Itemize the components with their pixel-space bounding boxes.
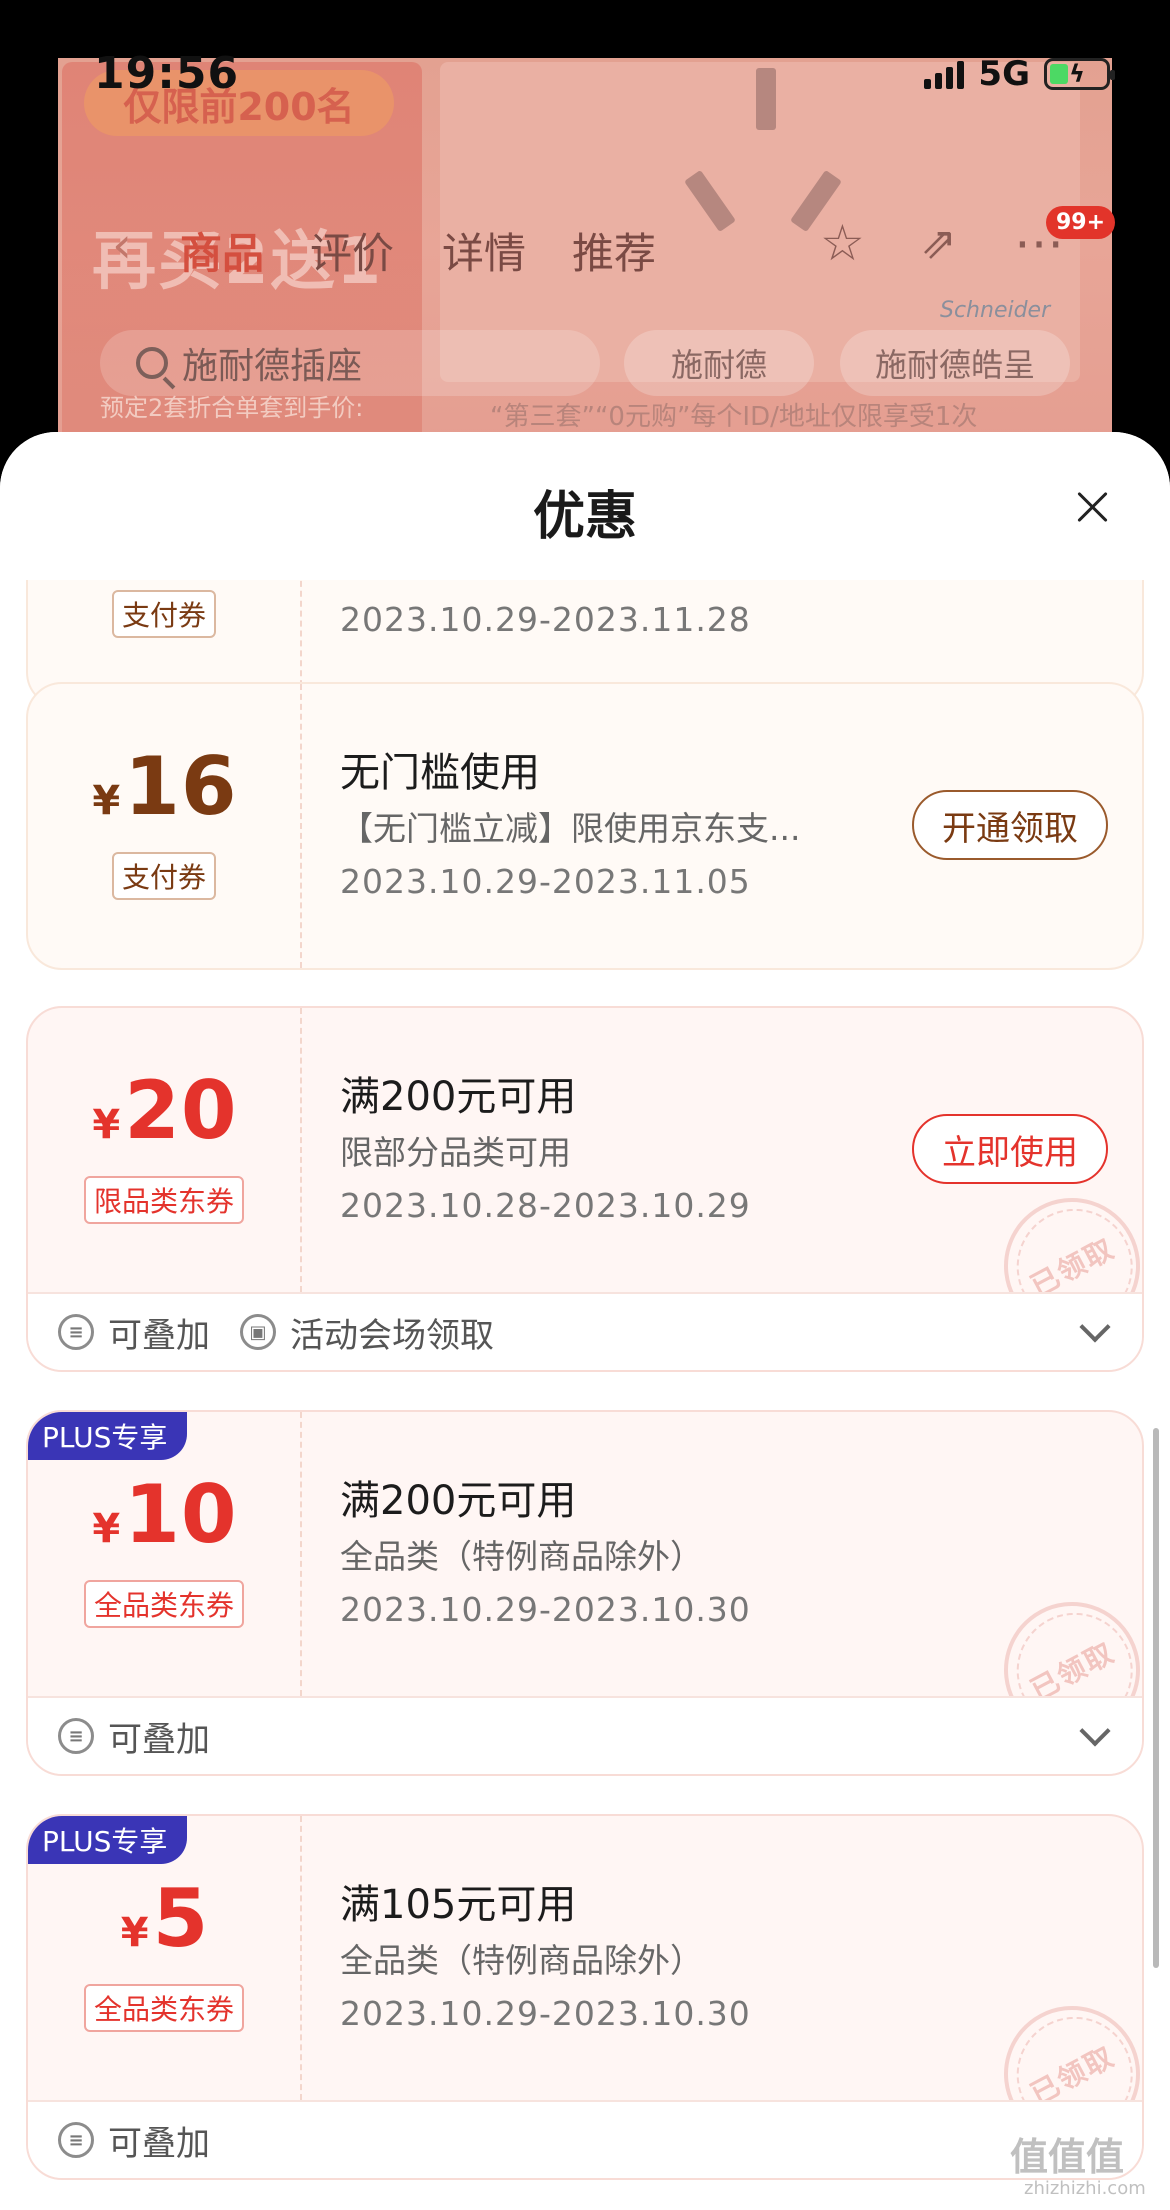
coupon-footer[interactable]: ≡ 可叠加 [28,2100,1142,2178]
status-time: 19:56 [94,48,240,99]
watermark: 值值值 [1010,2135,1125,2179]
open-claim-button[interactable]: 开通领取 [912,790,1108,860]
scrollbar[interactable] [1153,1428,1159,1968]
coupon-date: 2023.10.29-2023.11.05 [340,862,751,901]
chevron-down-icon[interactable] [1079,1311,1111,1343]
coupon-type-tag: 支付券 [111,852,217,900]
stackable-label: 可叠加 [108,1719,210,1760]
venue-label: 活动会场领取 [290,1315,494,1356]
stackable-icon: ≡ [58,1718,94,1754]
coupon-date: 2023.10.28-2023.10.29 [340,1186,751,1225]
coupon-title: 满105元可用 [340,1882,577,1928]
coupon-desc: 全品类（特例商品除外） [340,1941,703,1980]
tab-details[interactable]: 详情 [442,220,526,281]
coupon-card: PLUS专享 ¥5 全品类东券 满105元可用 全品类（特例商品除外） 2023… [26,1814,1144,2180]
coupon-footer[interactable]: ≡ 可叠加 ▣ 活动会场领取 [28,1292,1142,1370]
coupon-desc: 全品类（特例商品除外） [340,1537,703,1576]
chevron-down-icon[interactable] [1079,1715,1111,1747]
coupon-type-tag: 全品类东券 [83,1580,245,1628]
network-type: 5G [978,54,1030,94]
signal-icon [924,59,965,89]
search-bar[interactable]: 施耐德插座 [100,330,600,396]
close-icon[interactable] [1076,490,1110,524]
sheet-title: 优惠 [532,487,637,547]
tab-goods[interactable]: 商品 [180,220,264,281]
venue-icon: ▣ [240,1314,276,1350]
search-placeholder: 施耐德插座 [182,346,363,387]
brand-logo: Schneider [940,298,1051,323]
coupon-card: ¥16 支付券 无门槛使用 【无门槛立减】限使用京东支... 2023.10.2… [26,682,1144,970]
watermark-url: zhizhizhi.com [1024,2178,1146,2199]
search-chip[interactable]: 施耐德皓呈 [840,330,1070,396]
coupon-desc: 限部分品类可用 [340,1133,571,1172]
coupon-footer[interactable]: ≡ 可叠加 [28,1696,1142,1774]
battery-icon: ϟ [1044,58,1115,90]
coupon-amount: ¥10 [92,1468,238,1561]
tab-reviews[interactable]: 评价 [310,220,394,281]
tab-recommend[interactable]: 推荐 [572,220,656,281]
back-icon[interactable]: ‹ [112,216,132,274]
coupon-type-tag: 全品类东券 [83,1984,245,2032]
product-nav-bar: ‹ 商品 评价 详情 推荐 ☆ ⇗ ⋯ 99+ [0,206,1170,281]
coupon-date: 2023.10.29-2023.11.28 [340,600,751,639]
coupon-card: PLUS专享 ¥10 全品类东券 满200元可用 全品类（特例商品除外） 202… [26,1410,1144,1776]
stackable-label: 可叠加 [108,1315,210,1356]
sheet-header: 优惠 [0,432,1170,580]
message-badge: 99+ [1046,206,1116,239]
coupon-card: ¥20 限品类东券 满200元可用 限部分品类可用 2023.10.28-202… [26,1006,1144,1372]
use-now-button[interactable]: 立即使用 [912,1114,1108,1184]
stackable-icon: ≡ [58,1314,94,1350]
coupon-list[interactable]: 支付券 2023.10.29-2023.11.28 ¥16 支付券 无门槛使用 … [0,580,1170,2210]
coupon-type-tag: 限品类东券 [83,1176,245,1224]
coupon-title: 无门槛使用 [340,750,540,796]
share-icon[interactable]: ⇗ [920,218,957,269]
coupon-title: 满200元可用 [340,1074,577,1120]
search-icon [136,347,168,379]
star-icon[interactable]: ☆ [820,214,865,272]
coupon-type-tag: 支付券 [111,590,217,638]
coupon-amount: ¥20 [92,1064,238,1157]
stackable-label: 可叠加 [108,2123,210,2164]
promo-note: “第三套”“0元购”每个ID/地址仅限享受1次 [490,402,978,432]
stackable-icon: ≡ [58,2122,94,2158]
coupon-sheet: 优惠 支付券 2023.10.29-2023.11.28 ¥16 支付券 无门槛… [0,432,1170,2210]
search-chip[interactable]: 施耐德 [624,330,814,396]
coupon-date: 2023.10.29-2023.10.30 [340,1590,751,1629]
coupon-desc: 【无门槛立减】限使用京东支... [340,809,801,848]
coupon-title: 满200元可用 [340,1478,577,1524]
coupon-amount: ¥16 [92,740,238,833]
status-bar: 19:56 5G ϟ [0,40,1170,110]
coupon-date: 2023.10.29-2023.10.30 [340,1994,751,2033]
coupon-amount: ¥5 [120,1872,210,1965]
